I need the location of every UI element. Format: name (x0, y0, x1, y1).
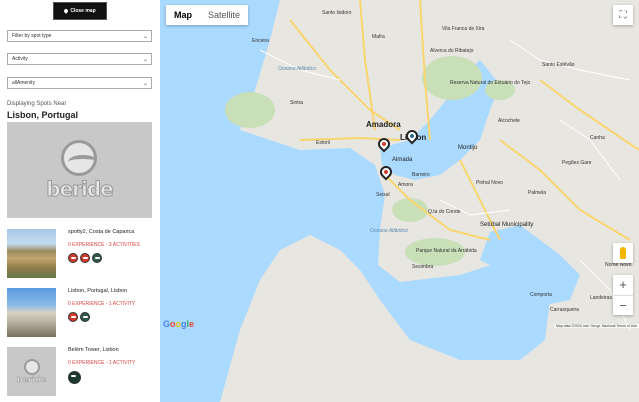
map-label: Santo Estêvão (542, 62, 575, 68)
map-label: Oceano Atlântico (278, 66, 316, 72)
map-label: Almada (392, 157, 413, 163)
kite-icon (68, 312, 78, 322)
spot-type-value: Filter by spot type (12, 33, 52, 39)
zoom-out-button[interactable]: − (613, 296, 633, 316)
map-label: Reserva Natural do Estuário do Tejo (450, 80, 531, 86)
spot-marker[interactable] (377, 163, 395, 181)
amenity-value: allAmenity (12, 80, 36, 86)
spot-item[interactable]: beride Belém Tower, Lisbon 0 EXPERIENCE … (7, 347, 157, 399)
kite-icon (68, 253, 78, 263)
activity-icons (68, 312, 90, 322)
map-attribution[interactable]: Map data ©2020 Inst. Geogr. Nacional Ter… (553, 324, 639, 328)
map-label: Estoril (316, 140, 330, 146)
spot-name[interactable]: Belém Tower, Lisbon (68, 347, 119, 353)
map-label: Q.ta do Conde (428, 209, 461, 215)
amenity-select[interactable]: allAmenity ⌄ (7, 77, 152, 89)
map-view[interactable]: Santo Isidoro Mafra Ericeira Vila Franca… (160, 0, 639, 402)
close-map-button[interactable]: Close map (53, 2, 107, 20)
map-label: Barreiro (412, 172, 430, 178)
spot-item[interactable]: Lisbon, Portugal, Lisbon 0 EXPERIENCE - … (7, 288, 157, 340)
map-label: Landeiras (590, 295, 612, 301)
map-label: Amora (398, 182, 413, 188)
chevron-down-icon: ⌄ (142, 34, 148, 40)
map-label: Oceano Atlântico (370, 228, 408, 234)
map-label: Santo Isidoro (322, 10, 352, 16)
map-pin-icon (63, 8, 70, 14)
fullscreen-button[interactable]: ⛶ (613, 5, 633, 25)
beride-logo-text: beride (46, 176, 114, 201)
map-label: Amadora (366, 120, 401, 129)
map-label: Pinhal Novo (476, 180, 503, 186)
surf-icon (80, 253, 90, 263)
map-label: Montijo (458, 145, 478, 151)
spot-marker[interactable] (375, 135, 393, 153)
spot-type-select[interactable]: Filter by spot type ⌄ (7, 30, 152, 42)
map-pin-icon (377, 163, 395, 181)
beride-logo-text: beride (17, 375, 47, 385)
activity-value: Activity (12, 56, 28, 62)
location-hero-image: beride (7, 122, 152, 218)
location-title: Lisbon, Portugal (7, 110, 78, 120)
spot-thumbnail[interactable]: beride (7, 347, 56, 396)
map-label: Setúbal Municipality (480, 222, 534, 228)
boat-icon (92, 253, 102, 263)
spot-name[interactable]: spotty2, Costa de Caparica (68, 229, 134, 235)
page: Close map Filter by spot type ⌄ Activity… (0, 0, 639, 402)
map-type-control: Map Satellite (166, 5, 249, 25)
map-pin-icon (375, 135, 393, 153)
tab-map[interactable]: Map (166, 5, 200, 25)
spot-thumbnail[interactable] (7, 229, 56, 278)
map-label: Sesimbra (412, 264, 434, 270)
spot-name[interactable]: Lisbon, Portugal, Lisbon (68, 288, 127, 294)
map-label: Sintra (290, 100, 304, 106)
chevron-down-icon: ⌄ (142, 57, 148, 63)
tab-satellite[interactable]: Satellite (200, 5, 248, 25)
zoom-in-button[interactable]: + (613, 275, 633, 296)
street-view-button[interactable] (613, 243, 633, 263)
map-label: Pegões Gare (562, 160, 592, 166)
map-label: Parque Natural da Arrábida (416, 248, 477, 254)
fullscreen-icon: ⛶ (619, 9, 627, 21)
map-label: Palmela (528, 190, 547, 196)
chevron-down-icon: ⌄ (142, 81, 148, 87)
map-label: Alcochete (498, 118, 520, 124)
map-canvas (160, 0, 639, 402)
spot-meta: 0 EXPERIENCE - 3 ACTIVITIES (68, 242, 140, 248)
spot-marker[interactable] (403, 127, 421, 145)
boat-icon (68, 371, 81, 384)
displaying-label: Displaying Spots Near (7, 101, 67, 107)
map-pin-icon (403, 127, 421, 145)
spot-meta: 0 EXPERIENCE - 1 ACTIVITY (68, 301, 136, 307)
activity-icons (68, 253, 102, 263)
map-label: Seixal (376, 192, 390, 198)
map-label: Alverca do Ribatejo (430, 48, 474, 54)
pegman-icon (620, 247, 626, 259)
activity-icons (68, 371, 81, 384)
beride-logo: beride (46, 139, 114, 201)
map-label: Ericeira (252, 38, 269, 44)
map-label: Mafra (372, 34, 385, 40)
zoom-control: + − (613, 275, 633, 315)
map-label: Canha (590, 135, 605, 141)
close-map-label: Close map (70, 8, 96, 14)
map-label: Vila Franca de Xira (442, 26, 485, 32)
activity-select[interactable]: Activity ⌄ (7, 53, 152, 65)
google-logo: Google (163, 319, 195, 329)
beride-wave-icon (23, 359, 40, 375)
map-label: Carrasqueira (550, 307, 579, 313)
map-label: Comporta (530, 292, 552, 298)
spot-item[interactable]: spotty2, Costa de Caparica 0 EXPERIENCE … (7, 229, 157, 281)
beride-wave-icon (61, 139, 98, 176)
sidebar: Close map Filter by spot type ⌄ Activity… (0, 0, 160, 402)
spot-meta: 0 EXPERIENCE - 1 ACTIVITY (68, 360, 136, 366)
spot-thumbnail[interactable] (7, 288, 56, 337)
surf-icon (80, 312, 90, 322)
